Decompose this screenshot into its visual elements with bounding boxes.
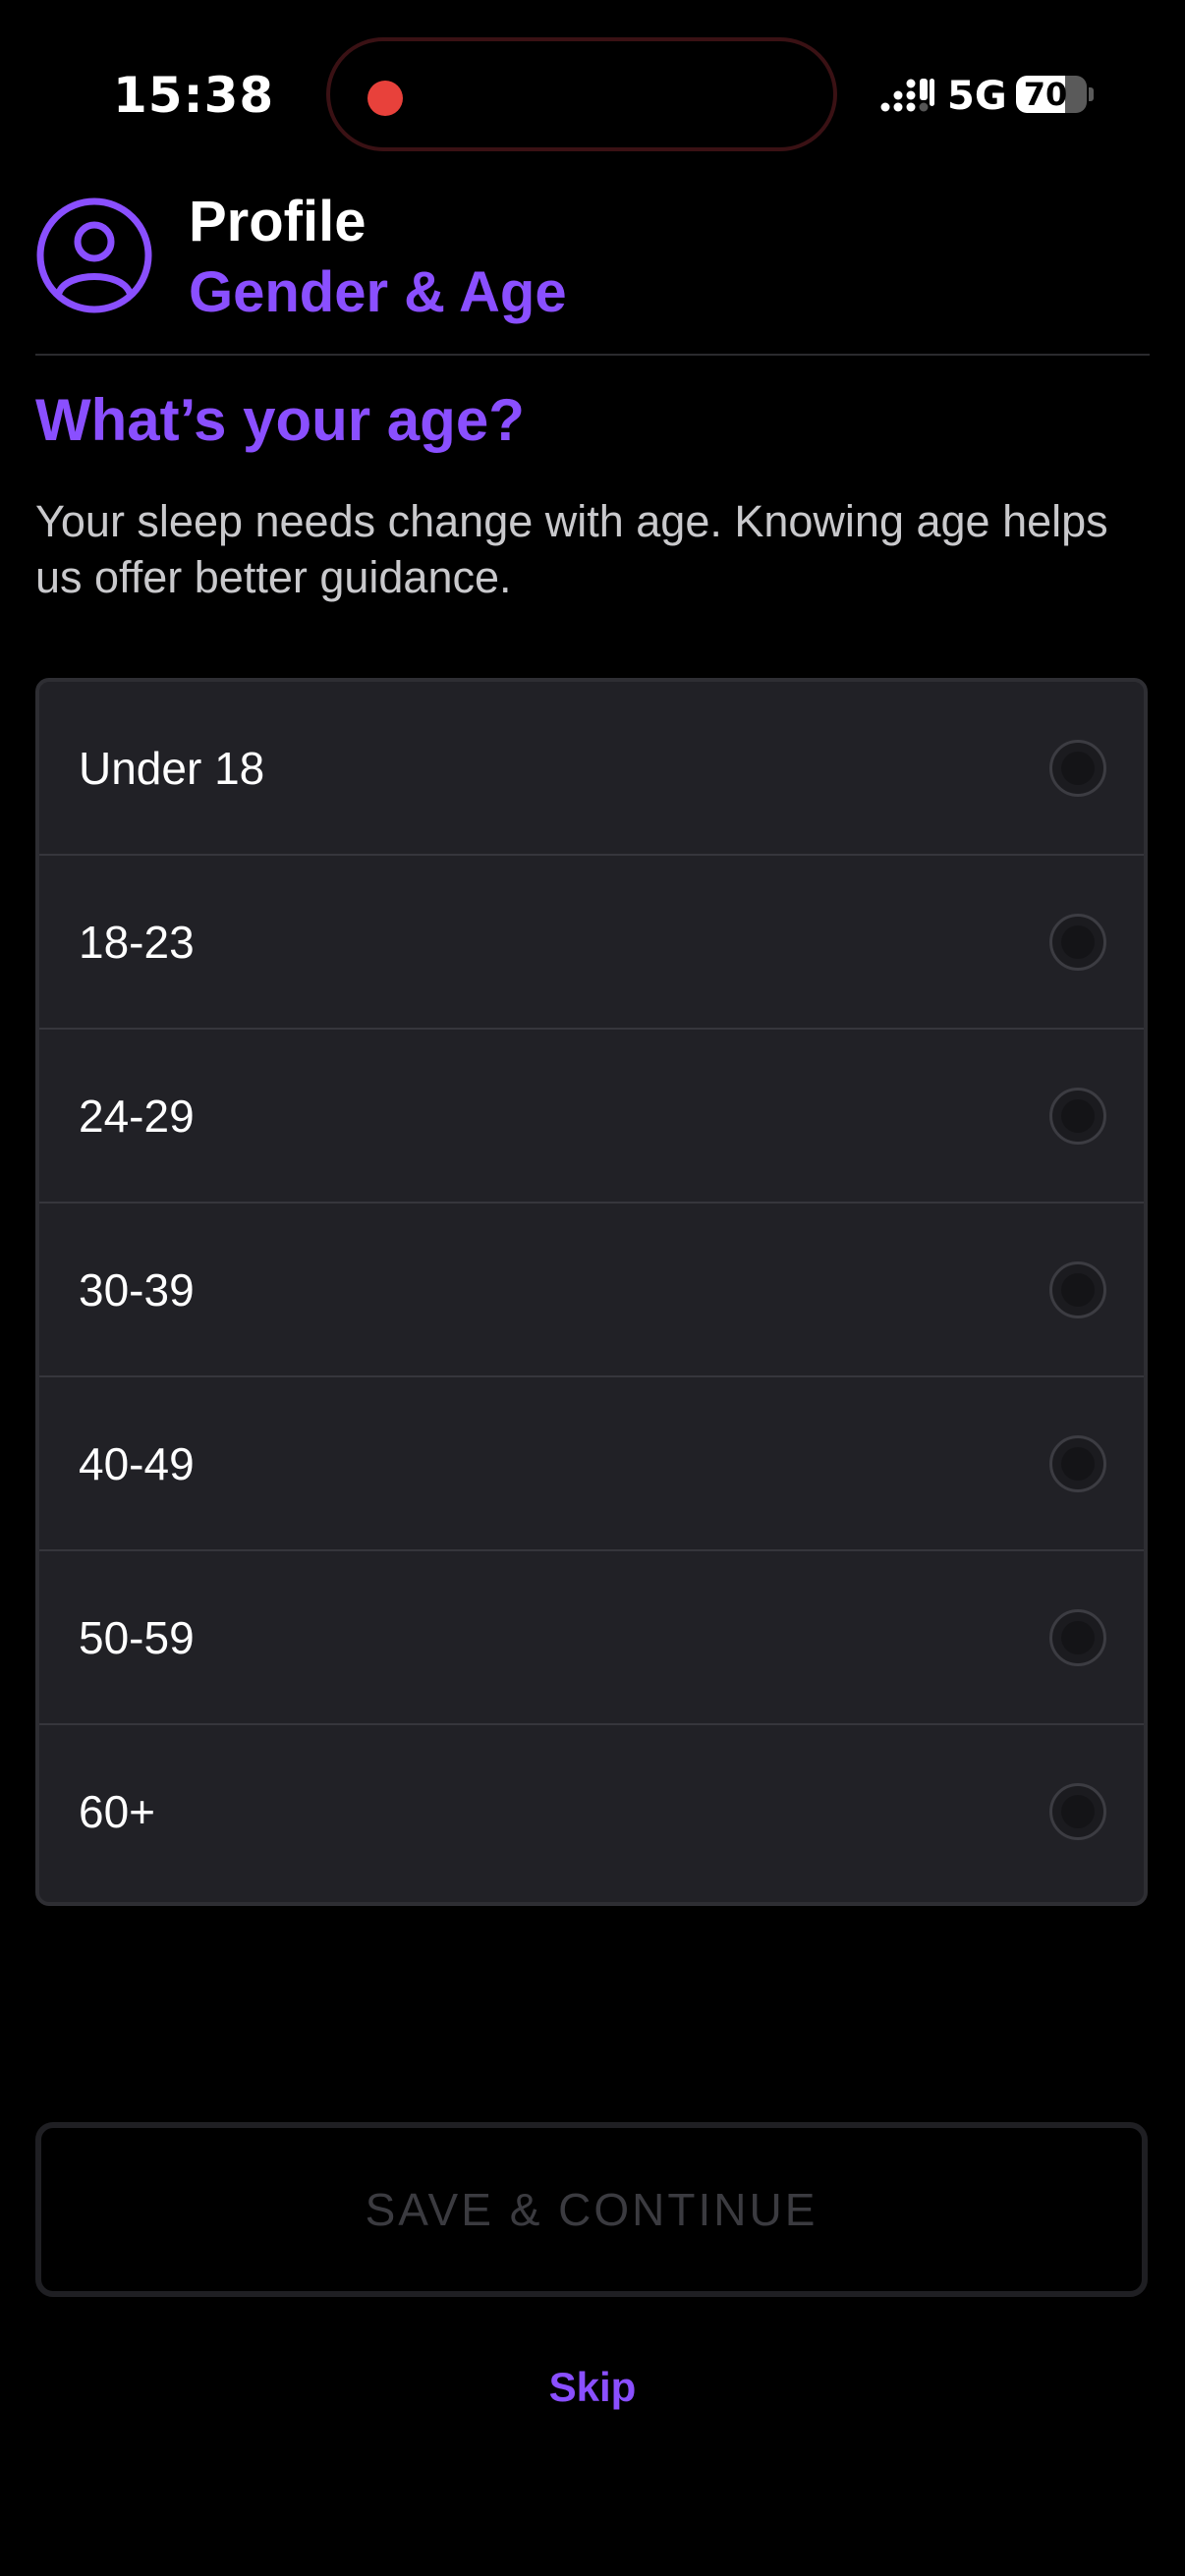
profile-icon — [36, 197, 152, 313]
recording-dot-icon — [367, 81, 403, 116]
radio-button[interactable] — [1049, 740, 1106, 797]
option-label: 60+ — [79, 1786, 156, 1837]
save-continue-button[interactable]: SAVE & CONTINUE — [35, 2122, 1148, 2297]
radio-button[interactable] — [1049, 1088, 1106, 1145]
radio-button[interactable] — [1049, 1609, 1106, 1666]
age-option-24-29[interactable]: 24-29 — [39, 1030, 1144, 1204]
option-label: 40-49 — [79, 1438, 195, 1489]
option-label: 18-23 — [79, 917, 195, 968]
page-title: Profile — [189, 190, 367, 253]
page-subtitle: Gender & Age — [189, 260, 567, 324]
dynamic-island — [326, 37, 837, 151]
battery-icon: 70 — [1016, 76, 1087, 113]
skip-link[interactable]: Skip — [0, 2356, 1185, 2419]
age-option-under-18[interactable]: Under 18 — [39, 682, 1144, 856]
battery-level: 70 — [1023, 76, 1068, 113]
question-description: Your sleep needs change with age. Knowin… — [35, 496, 1108, 602]
option-label: 30-39 — [79, 1264, 195, 1316]
radio-button[interactable] — [1049, 1261, 1106, 1318]
radio-button[interactable] — [1049, 1783, 1106, 1840]
status-bar: 15:38 5G 70 — [0, 0, 1185, 187]
header-divider — [35, 354, 1150, 356]
age-option-40-49[interactable]: 40-49 — [39, 1377, 1144, 1551]
age-option-60-plus[interactable]: 60+ — [39, 1725, 1144, 1899]
question-heading: What’s your age? — [35, 387, 525, 453]
radio-button[interactable] — [1049, 914, 1106, 971]
age-option-30-39[interactable]: 30-39 — [39, 1204, 1144, 1377]
radio-button[interactable] — [1049, 1435, 1106, 1492]
signal-icon — [880, 79, 934, 112]
option-label: Under 18 — [79, 743, 265, 794]
age-options-list: Under 18 18-23 24-29 30-39 40-49 50-59 6… — [35, 678, 1148, 1906]
age-option-18-23[interactable]: 18-23 — [39, 856, 1144, 1030]
page-header: Profile Gender & Age — [0, 187, 1185, 356]
option-label: 50-59 — [79, 1612, 195, 1663]
age-option-50-59[interactable]: 50-59 — [39, 1551, 1144, 1725]
network-type: 5G — [947, 74, 1007, 119]
status-time: 15:38 — [113, 67, 275, 124]
option-label: 24-29 — [79, 1091, 195, 1142]
battery-nub — [1089, 87, 1094, 101]
